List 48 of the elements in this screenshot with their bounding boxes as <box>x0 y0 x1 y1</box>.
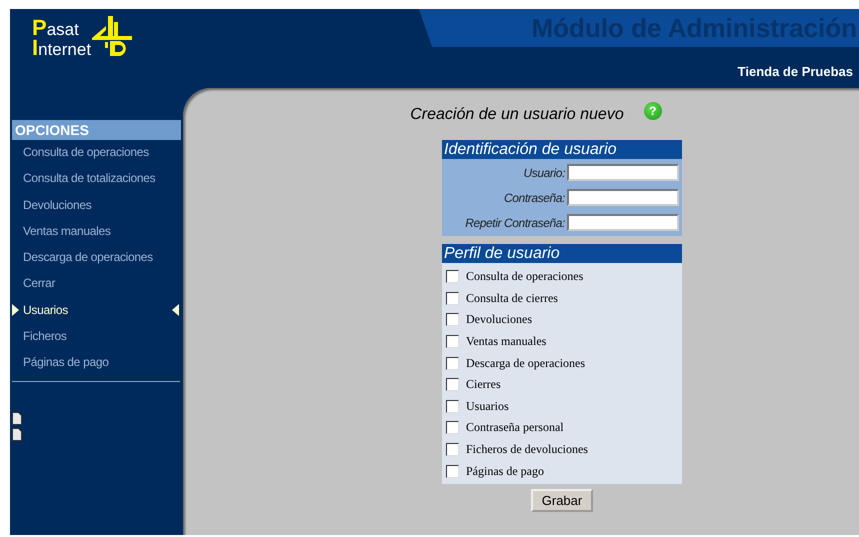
checkbox[interactable] <box>446 313 459 326</box>
checkbox-label: Páginas de pago <box>466 464 544 479</box>
checkbox[interactable] <box>446 335 459 348</box>
field-label: Usuario: <box>524 166 565 180</box>
sidebar-item[interactable]: Devoluciones <box>10 192 183 219</box>
checkbox[interactable] <box>446 270 459 284</box>
checkbox[interactable] <box>446 400 459 413</box>
section-heading: Perfil de usuario <box>442 244 682 263</box>
sidebar-item[interactable]: Descarga de operaciones <box>10 245 183 272</box>
sidebar-heading: OPCIONES <box>12 120 181 140</box>
field-label: Repetir Contraseña: <box>465 216 565 230</box>
logo-text: Pasat <box>32 19 79 39</box>
input-field[interactable] <box>567 214 679 231</box>
input-field[interactable] <box>567 164 679 181</box>
store-name: Tienda de Pruebas <box>738 64 854 79</box>
pointer-right-icon <box>12 304 19 316</box>
document-icon[interactable] <box>12 412 22 425</box>
checkbox-label: Ventas manuales <box>466 334 546 350</box>
section-heading: Identificación de usuario <box>442 140 682 159</box>
checkbox[interactable] <box>446 292 459 305</box>
save-button[interactable]: Grabar <box>530 488 594 512</box>
document-icon[interactable] <box>12 428 22 441</box>
checkbox-label: Descarga de operaciones <box>466 356 586 371</box>
checkbox-label: Usuarios <box>466 398 509 414</box>
sidebar-item[interactable]: Cerrar <box>10 271 183 298</box>
checkbox[interactable] <box>446 356 459 370</box>
field-label: Contraseña: <box>504 190 565 204</box>
checkbox-label: Ficheros de devoluciones <box>466 442 588 458</box>
sidebar-item[interactable]: Ficheros <box>10 324 183 350</box>
sidebar-item[interactable]: Usuarios <box>10 298 183 324</box>
pointer-left-icon <box>172 304 179 316</box>
sidebar-item[interactable]: Ventas manuales <box>10 218 183 246</box>
checkbox-label: Consulta de operaciones <box>466 269 584 284</box>
input-field[interactable] <box>567 189 679 206</box>
checkbox-label: Contraseña personal <box>466 420 564 436</box>
checkbox[interactable] <box>446 464 459 478</box>
sidebar-item[interactable]: Páginas de pago <box>10 350 183 377</box>
checkbox-label: Devoluciones <box>466 312 532 328</box>
page-title: Creación de un usuario nuevo <box>410 106 624 124</box>
logo-mark-icon <box>92 16 132 56</box>
checkbox-label: Cierres <box>466 377 501 392</box>
sidebar-item[interactable]: Consulta de totalizaciones <box>10 166 183 193</box>
checkbox[interactable] <box>446 378 459 392</box>
sidebar-item[interactable]: Consulta de operaciones <box>10 140 183 166</box>
checkbox[interactable] <box>446 443 459 456</box>
logo-text: Internet <box>32 39 92 59</box>
checkbox[interactable] <box>446 421 459 434</box>
checkbox-label: Consulta de cierres <box>466 290 558 306</box>
